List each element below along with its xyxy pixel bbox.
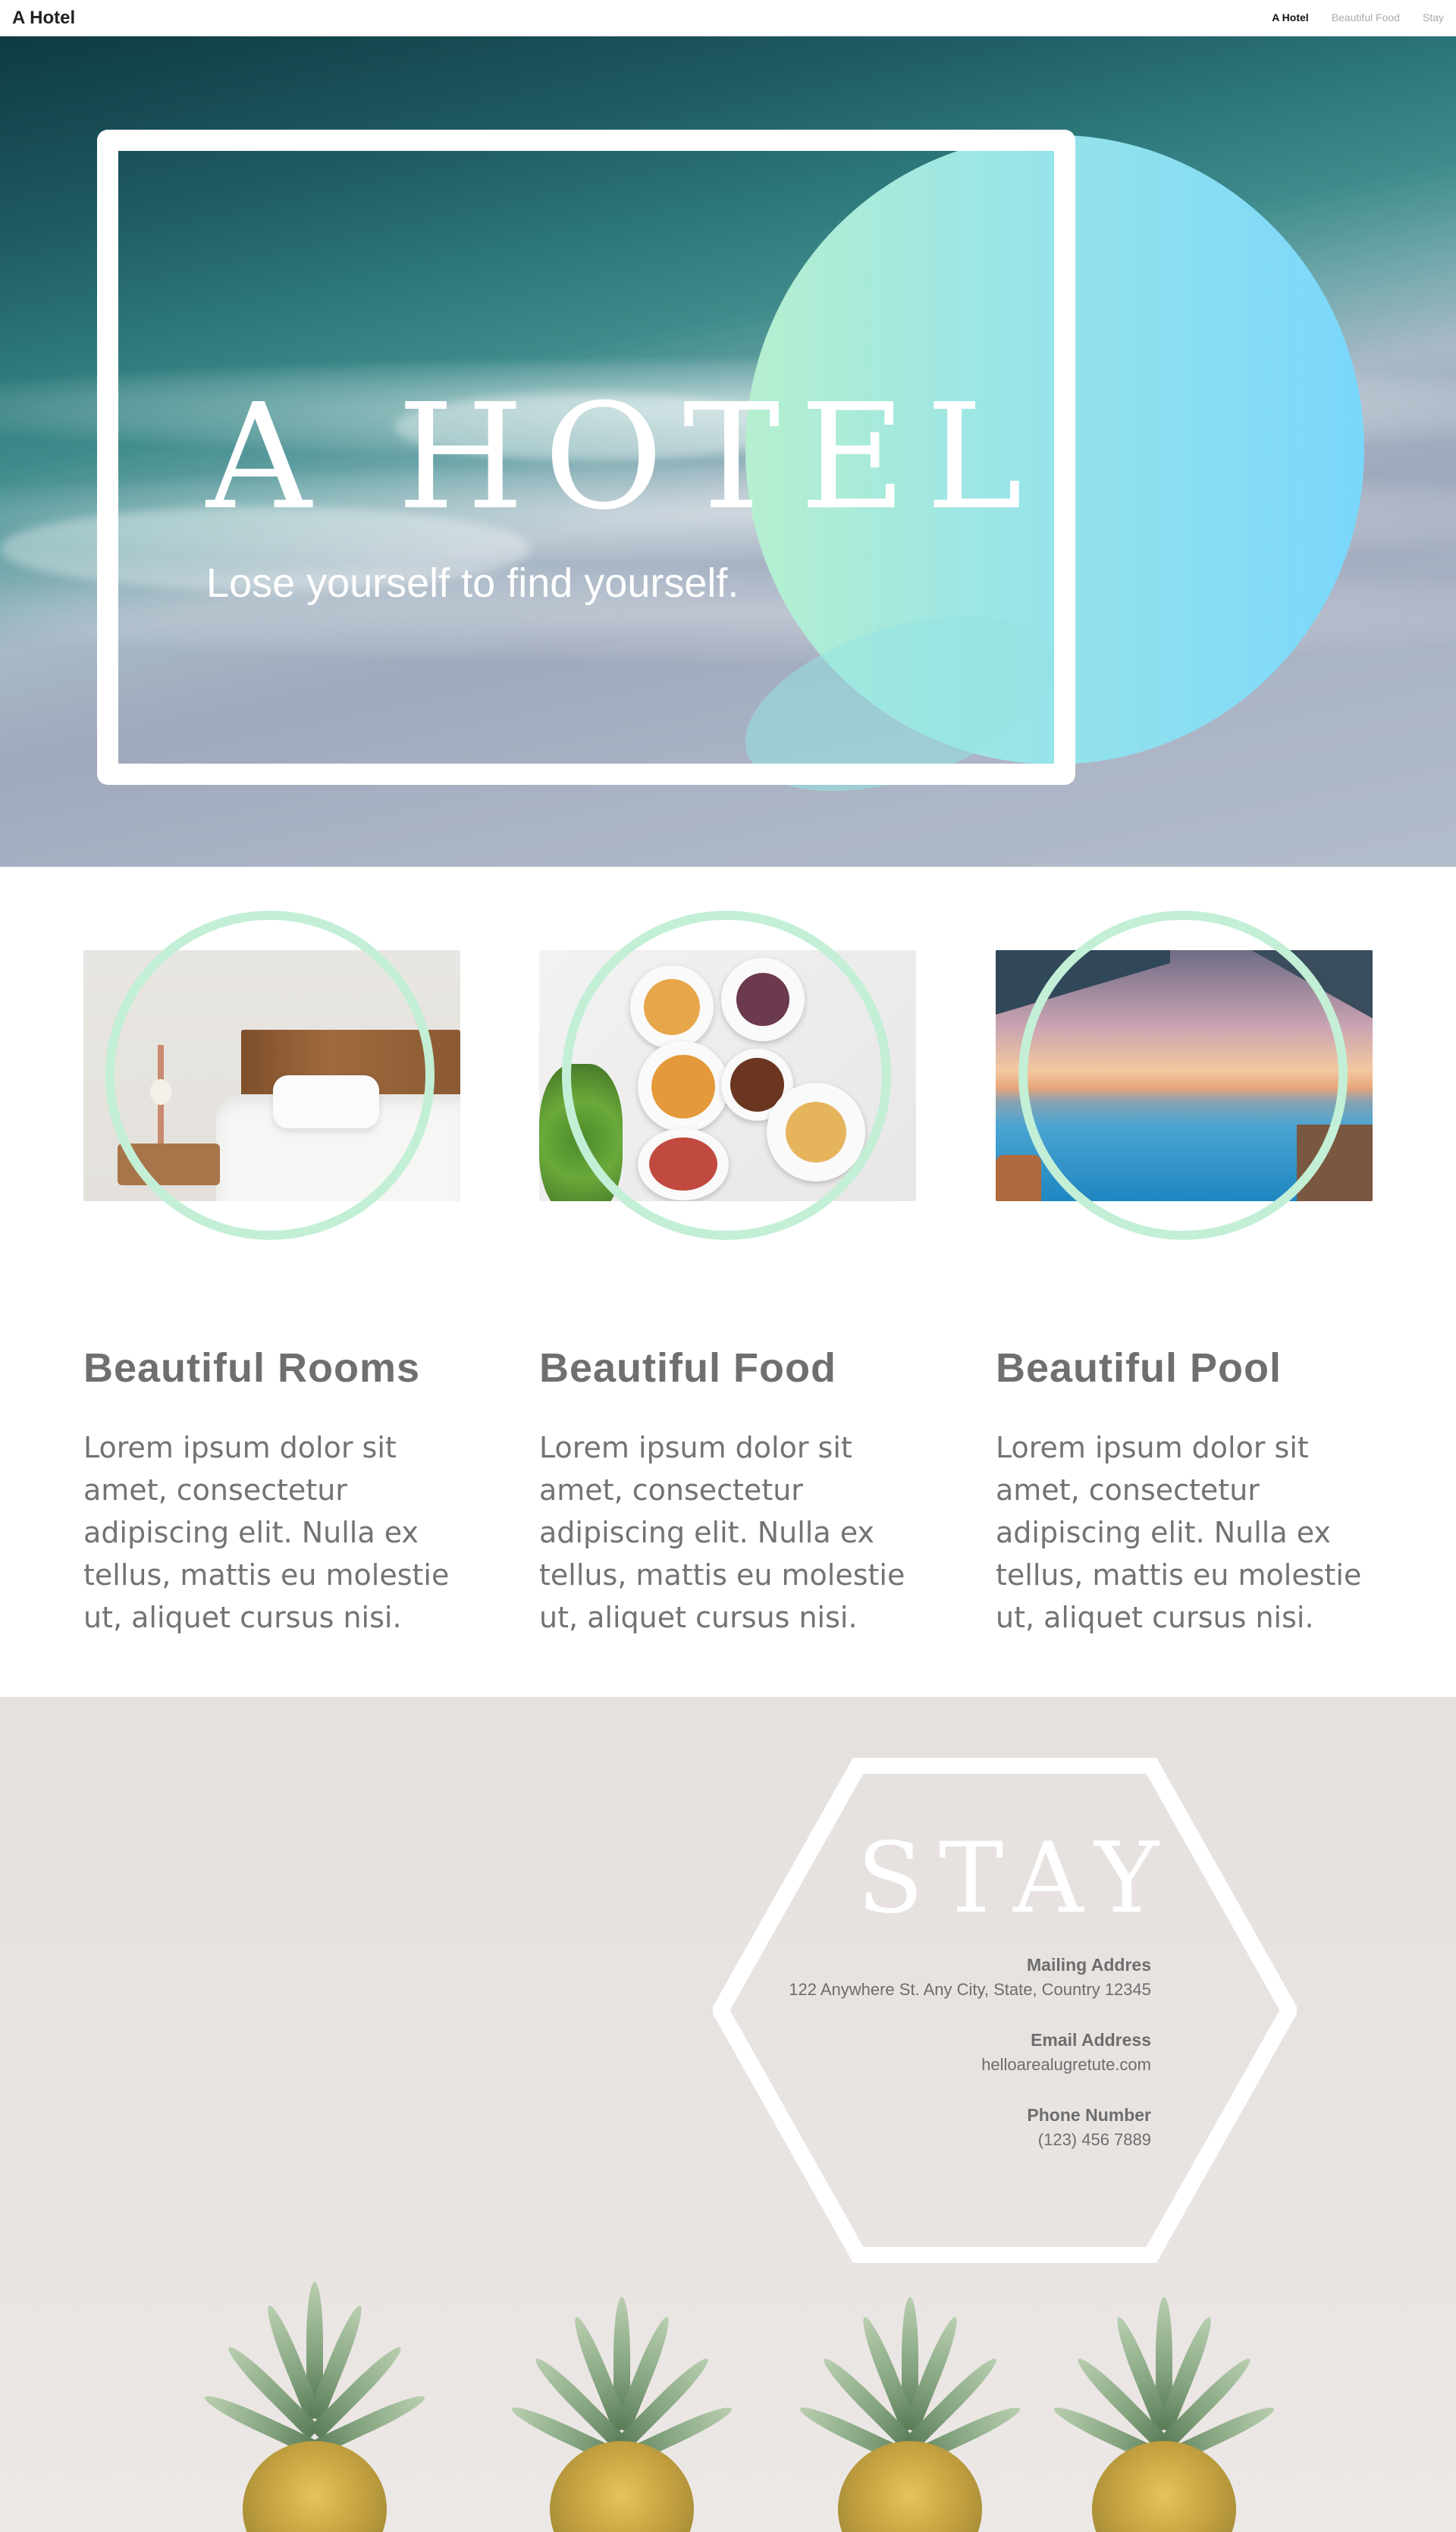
pineapple-image <box>1050 2282 1278 2532</box>
mailing-address-block: Mailing Addres 122 Anywhere St. Any City… <box>789 1955 1151 2000</box>
email-value[interactable]: helloarealugretute.com <box>981 2055 1151 2075</box>
phone-block: Phone Number (123) 456 7889 <box>1027 2105 1151 2150</box>
brand-link[interactable]: A Hotel <box>12 8 75 29</box>
features-section: Beautiful Rooms Lorem ipsum dolor sit am… <box>0 867 1456 1697</box>
phone-label: Phone Number <box>1027 2105 1151 2125</box>
pineapple-image <box>508 2282 736 2532</box>
feature-text: Lorem ipsum dolor sit amet, consectetur … <box>83 1431 450 1634</box>
planter <box>996 1155 1041 1201</box>
nav-link-beautiful-food[interactable]: Beautiful Food <box>1332 11 1400 24</box>
hero-title: A HOTEL <box>206 373 1043 542</box>
stay-title: STAY <box>857 1822 1174 1935</box>
nav-link-a-hotel[interactable]: A Hotel <box>1272 11 1308 24</box>
phone-value[interactable]: (123) 456 7889 <box>1027 2130 1151 2150</box>
nav-links: A Hotel Beautiful Food Stay <box>1272 11 1444 24</box>
mint-ring <box>1018 911 1348 1240</box>
stay-section: STAY Mailing Addres 122 Anywhere St. Any… <box>0 1697 1456 2532</box>
email-label: Email Address <box>1031 2030 1151 2050</box>
top-nav: A Hotel A Hotel Beautiful Food Stay <box>0 0 1456 36</box>
feature-title: Beautiful Rooms <box>83 1345 421 1391</box>
hero-subtitle: Lose yourself to find yourself. <box>206 560 739 606</box>
pineapple-image <box>796 2282 1024 2532</box>
feature-title: Beautiful Food <box>539 1345 836 1391</box>
mint-ring <box>105 911 435 1240</box>
pineapple-image <box>201 2282 428 2532</box>
mailing-address-label: Mailing Addres <box>1027 1955 1151 1975</box>
email-block: Email Address helloarealugretute.com <box>981 2030 1151 2075</box>
nav-link-stay[interactable]: Stay <box>1423 11 1444 24</box>
feature-text: Lorem ipsum dolor sit amet, consectetur … <box>539 1431 905 1634</box>
hero-section: A HOTEL Lose yourself to find yourself. <box>0 36 1456 867</box>
feature-text: Lorem ipsum dolor sit amet, consectetur … <box>996 1431 1362 1634</box>
mailing-address-value: 122 Anywhere St. Any City, State, Countr… <box>789 1980 1151 1999</box>
feature-title: Beautiful Pool <box>996 1345 1282 1391</box>
mint-ring <box>562 911 891 1240</box>
